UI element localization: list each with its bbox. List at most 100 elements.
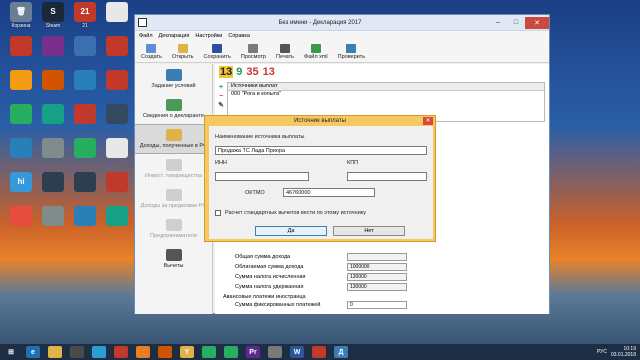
sidebar-item[interactable]: Предприниматели <box>135 214 212 244</box>
taskbar-app-icon[interactable]: W <box>290 346 304 358</box>
toolbar-icon <box>212 43 223 53</box>
oktmo-label: ОКТМО <box>245 190 265 196</box>
sidebar-item[interactable]: Доходы за пределами РФ <box>135 184 212 214</box>
totals-value <box>347 253 407 261</box>
sidebar-item[interactable]: Сведения о декларанте <box>135 94 212 124</box>
toolbar-button[interactable]: Сохранить <box>204 41 231 62</box>
toolbar-icon <box>177 43 188 53</box>
taskbar-app-icon[interactable]: Д <box>334 346 348 358</box>
desktop-icon[interactable] <box>36 206 70 227</box>
desktop-icon[interactable] <box>100 70 134 91</box>
app-icon <box>106 206 128 226</box>
app-icon <box>106 104 128 124</box>
sidebar: Задание условий Сведения о декларанте Дохо… <box>135 64 213 314</box>
desktop-icon[interactable] <box>68 206 102 227</box>
desktop-icon[interactable] <box>4 36 38 57</box>
desktop-icon[interactable] <box>36 172 70 193</box>
list-item[interactable]: 000 "Рога и копыта" <box>228 91 544 99</box>
toolbar-icon <box>280 43 290 53</box>
toolbar-button[interactable]: Печать <box>276 41 294 62</box>
desktop-icon[interactable] <box>68 104 102 125</box>
desktop-icon[interactable] <box>100 206 134 227</box>
desktop-icon[interactable] <box>36 70 70 91</box>
taskbar-app-icon[interactable] <box>70 346 84 358</box>
desktop-icon[interactable] <box>4 206 38 227</box>
taskbar-app-icon[interactable] <box>224 346 238 358</box>
inn-input[interactable] <box>215 172 309 181</box>
dialog-close-button[interactable]: ✕ <box>423 117 433 125</box>
desktop-icon[interactable] <box>100 104 134 125</box>
advance-payments-input[interactable]: 0 <box>347 301 407 309</box>
standard-deductions-checkbox[interactable] <box>215 210 221 216</box>
totals-value: 130000 <box>347 273 407 281</box>
desktop-icon-label: Steam <box>45 23 61 29</box>
menu-declaration[interactable]: Декларация <box>159 33 190 39</box>
sidebar-item[interactable]: Задание условий <box>135 64 212 94</box>
menu-help[interactable]: Справка <box>228 33 250 39</box>
maximize-button[interactable]: □ <box>507 17 525 29</box>
taskbar-app-icon[interactable] <box>268 346 282 358</box>
desktop-icon[interactable]: 21 21 <box>68 2 102 29</box>
menu-file[interactable]: Файл <box>139 33 153 39</box>
close-button[interactable]: ✕ <box>525 16 549 29</box>
source-name-input[interactable]: Продажа ТС Лада Приора <box>215 146 427 155</box>
toolbar-button[interactable]: Проверить <box>338 41 365 62</box>
kpp-input[interactable] <box>347 172 427 181</box>
clock[interactable]: 10:19 03.01.2018 <box>611 346 636 358</box>
toolbar-button[interactable]: Файл xml <box>304 41 328 62</box>
taskbar-app-icon[interactable] <box>48 346 62 358</box>
taskbar-app-icon[interactable] <box>158 346 172 358</box>
sidebar-item-icon <box>165 219 182 231</box>
sidebar-item-label: Предприниматели <box>150 233 197 239</box>
desktop-icon[interactable] <box>4 70 38 91</box>
desktop-icon[interactable] <box>100 172 134 193</box>
taskbar-app-icon[interactable] <box>312 346 326 358</box>
desktop-icon[interactable] <box>68 138 102 159</box>
taskbar-app-icon[interactable] <box>136 346 150 358</box>
taskbar-app-icon[interactable] <box>114 346 128 358</box>
desktop-icon[interactable] <box>36 138 70 159</box>
taskbar-app-icon[interactable]: Y <box>180 346 194 358</box>
desktop-icon[interactable] <box>4 104 38 125</box>
tab-income-code[interactable]: 13 <box>219 66 234 78</box>
sidebar-item-label: Доходы, полученные в РФ <box>139 143 208 149</box>
desktop-icon[interactable] <box>68 70 102 91</box>
oktmo-input[interactable]: 46760000 <box>283 188 375 197</box>
add-source-icon[interactable]: + <box>217 84 225 91</box>
sidebar-item[interactable]: Доходы, полученные в РФ <box>135 124 212 154</box>
toolbar-button[interactable]: Открыть <box>172 41 194 62</box>
desktop-icon-label: 21 <box>82 23 88 29</box>
desktop-icon[interactable] <box>100 36 134 57</box>
toolbar-button[interactable]: Создать <box>141 41 162 62</box>
toolbar-label: Сохранить <box>203 53 231 60</box>
desktop-icon[interactable] <box>4 138 38 159</box>
toolbar-button[interactable]: Просмотр <box>241 41 266 62</box>
taskbar-app-icon[interactable]: Pr <box>246 346 260 358</box>
toolbar-icon <box>146 43 157 53</box>
desktop-icon[interactable]: hi <box>4 172 38 193</box>
menu-settings[interactable]: Настройки <box>195 33 222 39</box>
taskbar-app-icon[interactable] <box>202 346 216 358</box>
tab-income-code[interactable]: 9 <box>235 66 243 78</box>
remove-source-icon[interactable]: − <box>217 93 225 100</box>
sidebar-item[interactable]: Инвест. товарищества <box>135 154 212 184</box>
desktop-icon[interactable]: 🗑 Корзина <box>4 2 38 29</box>
desktop-icon[interactable] <box>100 138 134 159</box>
no-button[interactable]: Нет <box>333 226 405 236</box>
desktop-icon[interactable] <box>100 2 134 23</box>
yes-button[interactable]: Да <box>255 226 327 236</box>
desktop-icon[interactable] <box>68 172 102 193</box>
desktop-icon[interactable] <box>68 36 102 57</box>
desktop-icon[interactable] <box>36 36 70 57</box>
start-button[interactable]: ⊞ <box>4 346 18 358</box>
language-indicator[interactable]: РУС <box>597 349 607 355</box>
sidebar-item[interactable]: Вычеты <box>135 244 212 274</box>
desktop-icon[interactable] <box>36 104 70 125</box>
minimize-button[interactable]: – <box>489 17 507 29</box>
taskbar-app-icon[interactable]: e <box>26 346 40 358</box>
tab-income-code[interactable]: 13 <box>262 66 276 78</box>
taskbar-app-icon[interactable] <box>92 346 106 358</box>
edit-source-icon[interactable]: ✎ <box>217 102 225 109</box>
desktop-icon[interactable]: S Steam <box>36 2 70 29</box>
tab-income-code[interactable]: 35 <box>245 66 259 78</box>
